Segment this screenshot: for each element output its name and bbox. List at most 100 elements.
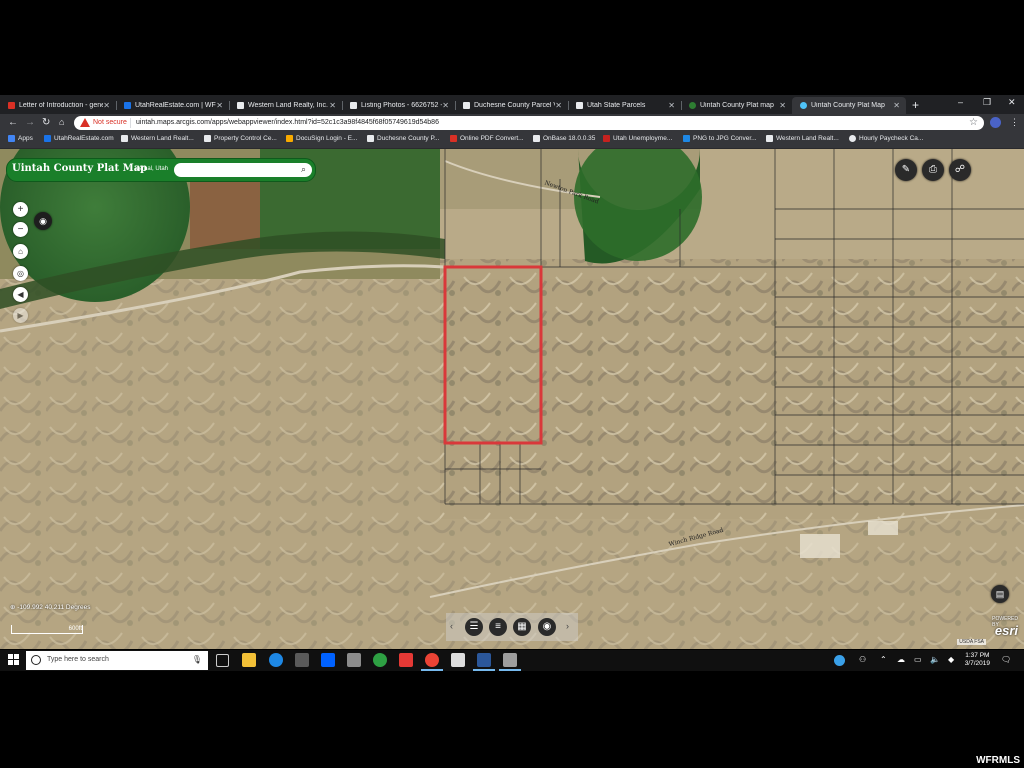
utah-icon — [603, 135, 610, 142]
home-extent-icon[interactable]: ⌂ — [13, 244, 28, 259]
bookmark-duchesne[interactable]: Duchesne County P... — [367, 135, 439, 142]
volume-icon[interactable]: 🔈 — [930, 655, 940, 664]
bookmark-onbase[interactable]: OnBase 18.0.0.35 — [533, 135, 595, 142]
close-window-button[interactable]: ✕ — [1008, 97, 1016, 108]
globe-icon — [689, 102, 696, 109]
basemap-gallery-icon[interactable]: ◉ — [34, 212, 52, 230]
map-subtitle: Vernal, Utah — [135, 166, 169, 172]
docusign-icon — [286, 135, 293, 142]
page-icon — [121, 135, 128, 142]
microphone-icon[interactable]: 🎙 — [192, 655, 202, 664]
people-icon[interactable]: ⚇ — [859, 655, 866, 664]
document-icon[interactable] — [503, 653, 517, 667]
taskbar-search-input[interactable]: Type here to search 🎙 — [26, 651, 208, 670]
app-icon[interactable] — [347, 653, 361, 667]
forward-icon[interactable]: → — [25, 117, 35, 128]
attribution-text: USDA FSA — [957, 639, 986, 645]
basemap-icon[interactable]: ▦ — [513, 618, 531, 636]
chrome-icon[interactable] — [425, 653, 439, 667]
measure-icon[interactable]: ☍ — [949, 159, 971, 181]
green-app-icon[interactable] — [373, 653, 387, 667]
word-icon[interactable] — [477, 653, 491, 667]
task-view-icon[interactable] — [216, 654, 229, 667]
chevron-right-icon[interactable]: › — [566, 621, 569, 631]
arcgis-icon — [800, 102, 807, 109]
search-icon[interactable]: ⌕ — [301, 164, 306, 175]
windows-start-icon[interactable] — [8, 654, 20, 666]
new-tab-button[interactable]: + — [912, 98, 919, 112]
bookmark-docusign[interactable]: DocuSign Login - E... — [286, 135, 357, 142]
close-tab-icon[interactable]: ✕ — [668, 101, 675, 110]
tab-listing-photos[interactable]: Listing Photos - 6626752 - ✕ — [342, 97, 455, 114]
calculator-icon[interactable] — [451, 653, 465, 667]
close-tab-icon[interactable]: ✕ — [893, 101, 900, 110]
print-icon[interactable]: ⎙ — [922, 159, 944, 181]
legend-icon[interactable]: ☰ — [465, 618, 483, 636]
coordinate-readout: ⊕ -109.992 40.211 Degrees — [10, 604, 91, 611]
ure-icon — [124, 102, 131, 109]
zoom-out-button[interactable]: − — [13, 222, 28, 237]
gallery-icon[interactable]: ◉ — [538, 618, 556, 636]
chevron-left-icon[interactable]: ‹ — [450, 621, 453, 631]
notifications-icon[interactable]: 🗨 — [1001, 655, 1011, 664]
widget-toolbar: ‹ ☰ ≡ ▦ ◉ › — [446, 613, 578, 641]
system-clock[interactable]: 1:37 PM 3/7/2019 — [965, 652, 990, 668]
close-tab-icon[interactable]: ✕ — [216, 101, 223, 110]
reload-icon[interactable]: ↻ — [42, 117, 50, 128]
bookmark-apps[interactable]: Apps — [8, 135, 33, 142]
profile-avatar[interactable] — [990, 117, 1001, 128]
bookmark-hourly-paycheck[interactable]: Hourly Paycheck Ca... — [849, 135, 923, 142]
menu-dots-icon[interactable]: ⋮ — [1010, 117, 1019, 128]
map-view[interactable]: Winch Ridge Road Newton Park Road Uintah… — [0, 149, 1024, 649]
page-icon — [350, 102, 357, 109]
attribute-table-icon[interactable]: ▤ — [991, 585, 1009, 603]
close-tab-icon[interactable]: ✕ — [779, 101, 786, 110]
tab-utahrealestate[interactable]: UtahRealEstate.com | WFR ✕ — [116, 97, 229, 114]
bookmark-property-control[interactable]: Property Control Ce... — [204, 135, 277, 142]
cloud-icon[interactable]: ☁ — [897, 655, 905, 664]
bookmark-pdf-converter[interactable]: Online PDF Convert... — [450, 135, 524, 142]
locate-icon[interactable]: ◎ — [13, 266, 28, 281]
store-icon[interactable] — [295, 653, 309, 667]
tab-western-land-realty[interactable]: Western Land Realty, Inc. A ✕ — [229, 97, 342, 114]
red-app-icon[interactable] — [399, 653, 413, 667]
back-icon[interactable]: ← — [8, 117, 18, 128]
tab-letter-of-introduction[interactable]: Letter of Introduction - gene ✕ — [0, 97, 116, 114]
map-search-input[interactable]: ⌕ — [174, 163, 312, 177]
page-icon — [237, 102, 244, 109]
close-tab-icon[interactable]: ✕ — [329, 101, 336, 110]
draw-tool-icon[interactable]: ✎ — [895, 159, 917, 181]
gmail-icon — [8, 102, 15, 109]
zoom-in-button[interactable]: + — [13, 202, 28, 217]
close-tab-icon[interactable]: ✕ — [555, 101, 562, 110]
tab-utah-state-parcels[interactable]: Utah State Parcels ✕ — [568, 97, 681, 114]
display-icon[interactable]: ▭ — [914, 655, 922, 664]
maximize-button[interactable]: ❐ — [983, 97, 991, 108]
bookmark-star-icon[interactable]: ☆ — [969, 117, 978, 128]
next-extent-icon[interactable]: ▶ — [13, 308, 28, 323]
tab-uintah-plat-map[interactable]: Uintah County Plat map ✕ — [681, 97, 792, 114]
minimize-button[interactable]: – — [958, 97, 963, 107]
tab-duchesne-parcel[interactable]: Duchesne County Parcel Vie ✕ — [455, 97, 568, 114]
chevron-up-icon[interactable]: ⌃ — [880, 655, 887, 664]
bookmark-png-to-jpg[interactable]: PNG to JPG Conver... — [683, 135, 757, 142]
help-icon[interactable] — [834, 655, 845, 666]
file-explorer-icon[interactable] — [242, 653, 256, 667]
converter-icon — [683, 135, 690, 142]
edge-icon[interactable] — [269, 653, 283, 667]
bookmark-utahrealestate[interactable]: UtahRealEstate.com — [44, 135, 114, 142]
bookmark-utah-unemployment[interactable]: Utah Unemployme... — [603, 135, 672, 142]
close-tab-icon[interactable]: ✕ — [442, 101, 449, 110]
layers-icon[interactable]: ≡ — [489, 618, 507, 636]
dropbox-tray-icon[interactable]: ◆ — [948, 655, 954, 664]
bookmark-western-land-2[interactable]: Western Land Realt... — [766, 135, 839, 142]
dropbox-icon[interactable] — [321, 653, 335, 667]
close-tab-icon[interactable]: ✕ — [103, 101, 110, 110]
bookmark-western-land[interactable]: Western Land Realt... — [121, 135, 194, 142]
previous-extent-icon[interactable]: ◀ — [13, 287, 28, 302]
address-bar[interactable]: Not secure uintah.maps.arcgis.com/apps/w… — [74, 116, 984, 130]
tab-uintah-plat-map-active[interactable]: Uintah County Plat Map ✕ — [792, 97, 906, 114]
page-icon — [766, 135, 773, 142]
home-icon[interactable]: ⌂ — [59, 117, 64, 127]
page-icon — [533, 135, 540, 142]
